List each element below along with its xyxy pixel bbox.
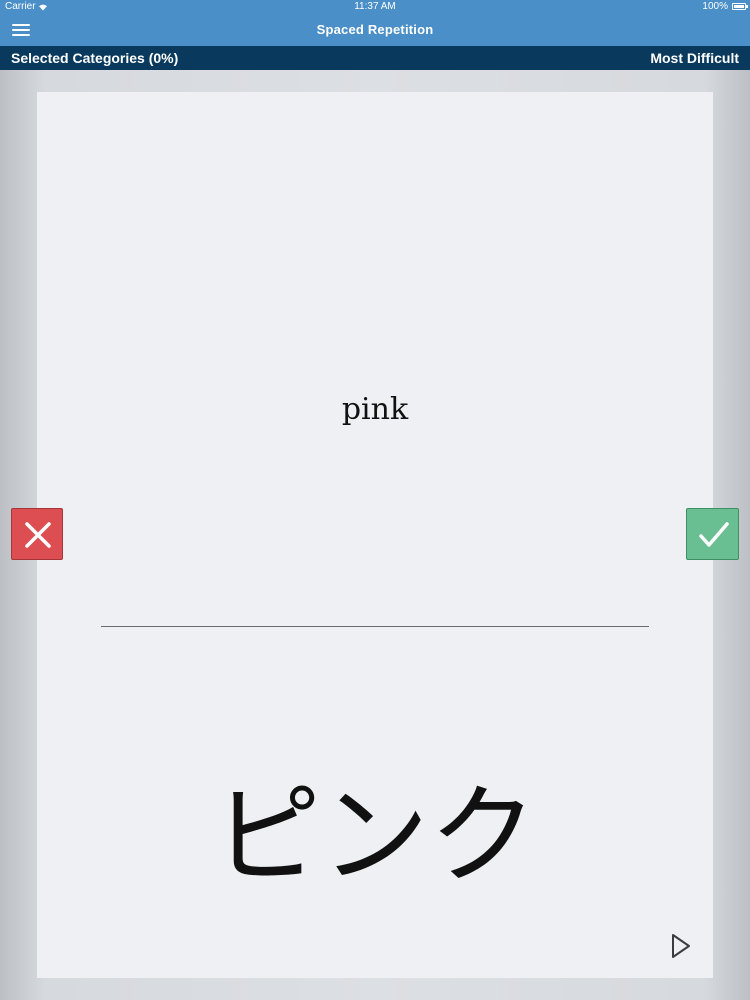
card-divider xyxy=(101,626,649,627)
category-bar: Selected Categories (0%) Most Difficult xyxy=(0,46,750,70)
clock: 11:37 AM xyxy=(354,1,396,12)
battery-icon xyxy=(732,3,748,10)
battery-percent: 100% xyxy=(702,1,728,12)
play-icon xyxy=(672,934,690,958)
card-back-word: ピンク xyxy=(212,774,537,899)
x-icon xyxy=(25,522,51,548)
card-front-word: pink xyxy=(341,392,409,427)
page-title: Spaced Repetition xyxy=(316,22,434,37)
flashcard[interactable]: pink ピンク xyxy=(37,92,713,978)
checkmark-icon xyxy=(699,522,729,547)
nav-bar: Spaced Repetition xyxy=(0,14,750,46)
difficulty-filter-label[interactable]: Most Difficult xyxy=(650,46,739,70)
selected-categories-label[interactable]: Selected Categories (0%) xyxy=(11,46,178,70)
mark-correct-button[interactable] xyxy=(686,508,739,560)
play-audio-button[interactable] xyxy=(668,932,694,960)
mark-wrong-button[interactable] xyxy=(11,508,63,560)
status-bar: Carrier 11:37 AM 100% xyxy=(0,0,750,14)
